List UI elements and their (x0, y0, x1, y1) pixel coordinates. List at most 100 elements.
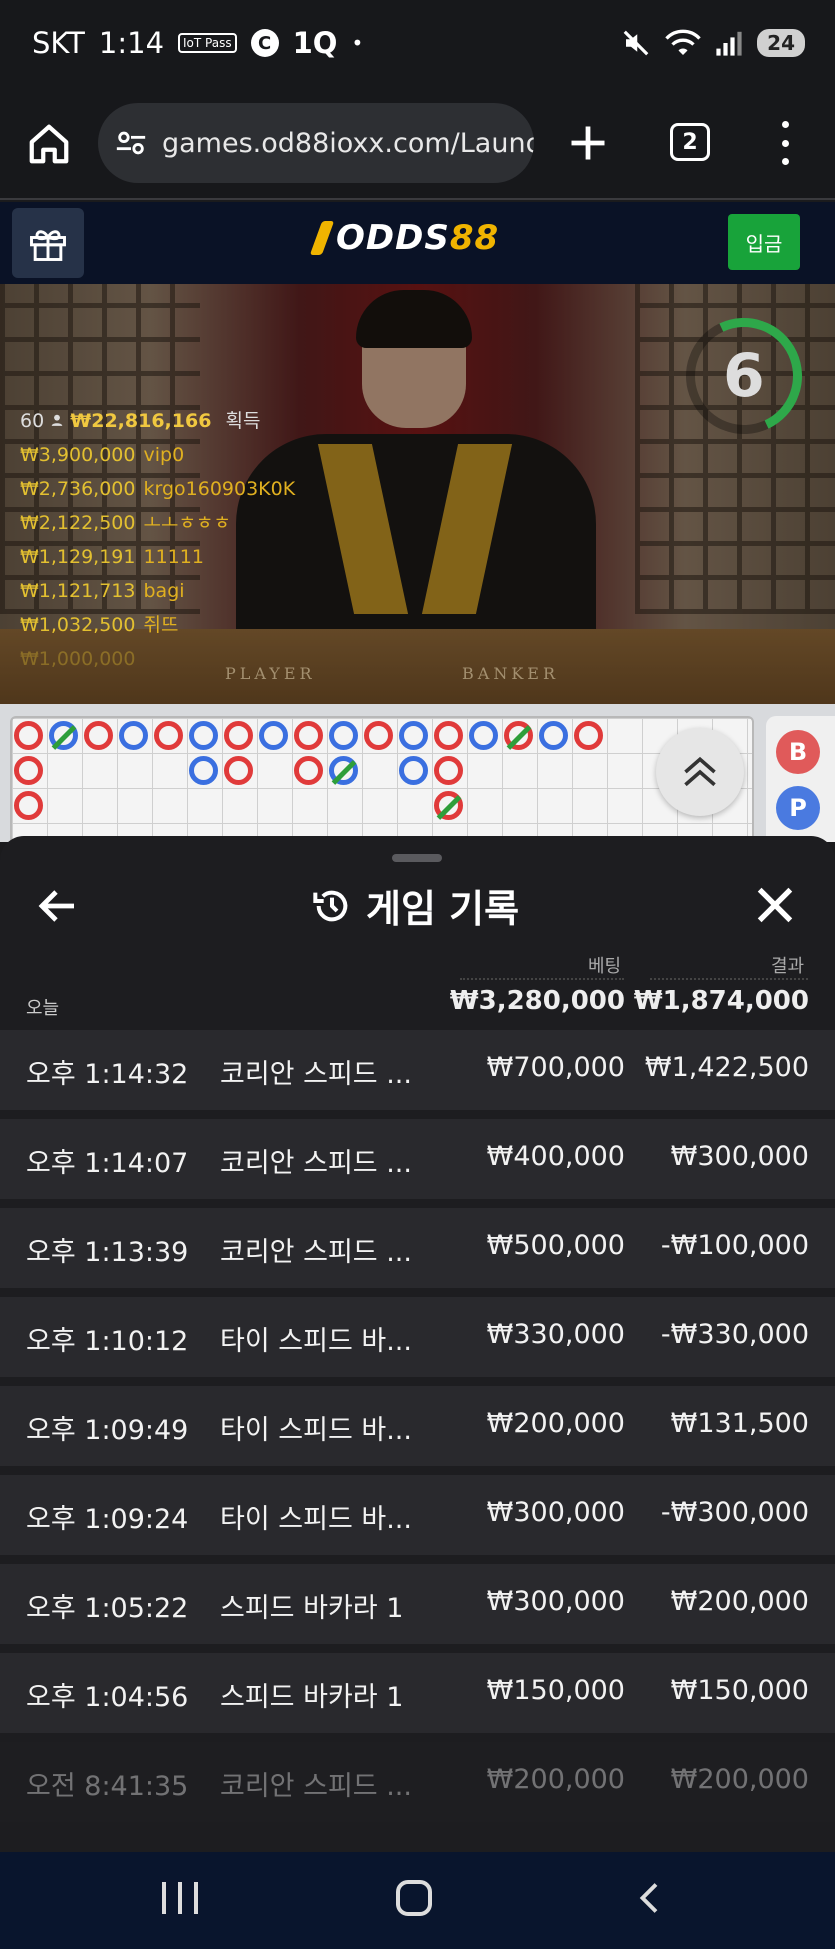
bead-banker (364, 721, 393, 750)
history-row[interactable]: 오후 1:05:22 스피드 바카라 1 ₩300,000 ₩200,000 (0, 1564, 835, 1644)
sheet-drag-handle[interactable] (392, 854, 442, 862)
gift-icon (30, 230, 66, 261)
recent-apps-icon[interactable] (162, 1882, 198, 1918)
winner-name: 쥐뜨 (143, 614, 179, 636)
history-row[interactable]: 오후 1:10:12 타이 스피드 바... ₩330,000 -₩330,00… (0, 1297, 835, 1377)
back-arrow-icon[interactable] (34, 882, 82, 930)
row-game: 타이 스피드 바... (220, 1504, 412, 1535)
site-settings-icon[interactable] (114, 126, 148, 160)
ask-road-panel: B P (766, 716, 835, 842)
address-bar[interactable]: games.od88ioxx.com/LaunchG (98, 103, 534, 183)
back-nav-icon[interactable] (632, 1880, 668, 1916)
history-row[interactable]: 오후 1:14:07 코리안 스피드 ... ₩400,000 ₩300,000 (0, 1119, 835, 1199)
winner-amount: ₩2,736,000 (20, 478, 136, 500)
overflow-menu-icon[interactable] (772, 117, 798, 169)
history-row[interactable]: 오후 1:04:56 스피드 바카라 1 ₩150,000 ₩150,000 (0, 1653, 835, 1733)
history-row[interactable]: 오후 1:09:49 타이 스피드 바... ₩200,000 ₩131,500 (0, 1386, 835, 1466)
bead-player (329, 721, 358, 750)
gift-button[interactable] (12, 208, 84, 278)
bead-player (189, 756, 218, 785)
day-label: 오늘 (26, 998, 60, 1019)
wifi-icon (665, 29, 701, 55)
home-icon[interactable] (26, 121, 72, 167)
row-result: -₩330,000 (660, 1319, 809, 1350)
row-bet: ₩300,000 (486, 1586, 625, 1617)
bead-player (399, 756, 428, 785)
row-result: ₩200,000 (670, 1586, 809, 1617)
bead-banker (14, 721, 43, 750)
status-bar: SKT 1:14 IoT Pass C 1Q • 24 (0, 0, 835, 95)
mute-icon (623, 30, 649, 56)
logo-number: 88 (449, 218, 500, 258)
bead-banker-tie (434, 791, 463, 820)
history-icon (313, 890, 348, 921)
row-game: 스피드 바카라 1 (220, 1682, 404, 1713)
row-bet: ₩500,000 (486, 1230, 625, 1261)
winner-row: ₩1,121,713 bagi (20, 574, 295, 608)
row-bet: ₩200,000 (486, 1408, 625, 1439)
bead-player (259, 721, 288, 750)
winners-count: 60 (20, 410, 45, 432)
bead-player-tie (49, 721, 78, 750)
url-text: games.od88ioxx.com/LaunchG (162, 127, 534, 159)
new-tab-icon[interactable] (566, 121, 610, 165)
live-video[interactable]: PLAYER BANKER 6 60 ₩22,816,166 획득 ₩3,900… (0, 284, 835, 704)
row-time: 오후 1:09:49 (26, 1415, 189, 1446)
game-history-sheet: 게임 기록 베팅 결과 오늘 ₩3,280,000 ₩1,874,000 오후 … (0, 836, 835, 1852)
site-header: ODDS 88 입금 (0, 202, 835, 284)
row-bet: ₩330,000 (486, 1319, 625, 1350)
scroll-up-button[interactable] (656, 728, 744, 816)
row-result: -₩300,000 (660, 1497, 809, 1528)
sheet-title: 게임 기록 (312, 878, 519, 933)
row-result: ₩200,000 (670, 1764, 809, 1795)
user-icon (51, 414, 63, 426)
day-result-total: ₩1,874,000 (633, 986, 809, 1016)
row-result: ₩1,422,500 (644, 1052, 809, 1083)
tie-mark (506, 725, 532, 750)
winner-amount: ₩1,000,000 (20, 648, 136, 670)
row-result: -₩100,000 (660, 1230, 809, 1261)
row-game: 코리안 스피드 ... (220, 1237, 412, 1268)
player-ask-button[interactable]: P (776, 786, 820, 830)
tab-switcher-button[interactable]: 2 (670, 123, 710, 161)
row-time: 오후 1:10:12 (26, 1326, 189, 1357)
row-game: 코리안 스피드 ... (220, 1148, 412, 1179)
winner-row: ₩3,900,000 vip0 (20, 438, 295, 472)
bead-banker-tie (504, 721, 533, 750)
winner-row: ₩2,122,500 ㅗㅗㅎㅎㅎ (20, 506, 295, 540)
history-row[interactable]: 오전 8:41:35 코리안 스피드 ... ₩200,000 ₩200,000 (0, 1742, 835, 1822)
tie-mark (436, 795, 462, 820)
bead-banker (294, 721, 323, 750)
bead-player (189, 721, 218, 750)
winner-name: ㅗㅗㅎㅎㅎ (143, 512, 231, 534)
row-result: ₩131,500 (670, 1408, 809, 1439)
site-logo[interactable]: ODDS 88 (309, 218, 500, 258)
bead-banker (224, 756, 253, 785)
winners-header: 60 ₩22,816,166 획득 (20, 404, 295, 438)
column-header-result: 결과 (771, 956, 805, 977)
history-row[interactable]: 오후 1:14:32 코리안 스피드 ... ₩700,000 ₩1,422,5… (0, 1030, 835, 1110)
close-icon[interactable] (752, 882, 798, 928)
bead-road (10, 716, 754, 842)
sheet-title-text: 게임 기록 (366, 887, 520, 931)
countdown-value: 6 (723, 341, 765, 411)
winner-amount: ₩1,121,713 (20, 580, 136, 602)
banker-ask-button[interactable]: B (776, 730, 820, 774)
history-row[interactable]: 오후 1:13:39 코리안 스피드 ... ₩500,000 -₩100,00… (0, 1208, 835, 1288)
winner-amount: ₩1,032,500 (20, 614, 136, 636)
deposit-button[interactable]: 입금 (728, 214, 800, 270)
logo-mark (309, 221, 335, 255)
row-game: 타이 스피드 바... (220, 1415, 412, 1446)
winners-suffix: 획득 (225, 410, 261, 432)
bead-player (119, 721, 148, 750)
carrier-label: SKT (32, 26, 85, 60)
home-nav-icon[interactable] (396, 1880, 432, 1916)
row-time: 오후 1:14:07 (26, 1148, 189, 1179)
winner-row: ₩1,032,500 쥐뜨 (20, 608, 295, 642)
history-row[interactable]: 오후 1:09:24 타이 스피드 바... ₩300,000 -₩300,00… (0, 1475, 835, 1555)
bead-banker (14, 791, 43, 820)
row-game: 코리안 스피드 ... (220, 1059, 412, 1090)
winner-row: ₩1,129,191 11111 (20, 540, 295, 574)
winner-amount: ₩1,129,191 (20, 546, 136, 568)
winner-row: ₩1,000,000 (20, 642, 295, 676)
